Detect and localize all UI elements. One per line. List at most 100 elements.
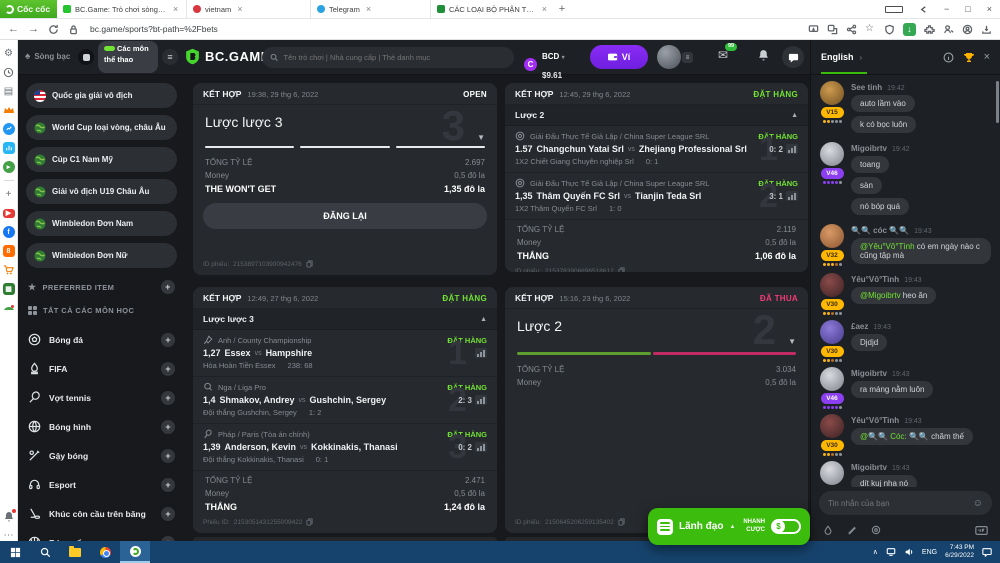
user-avatar[interactable] [657, 45, 681, 69]
lock-icon[interactable] [68, 24, 79, 35]
profile-avatar-icon[interactable] [962, 24, 973, 35]
betslip-leader-button[interactable]: Lãnh đạo ▲ NHANHCƯỢC $ [648, 508, 810, 545]
bet-card-open[interactable]: KẾT HỢP19:38, 29 thg 6, 2022OPEN 3Lược l… [193, 83, 497, 275]
tab-close-icon[interactable]: × [237, 4, 242, 14]
avatar-menu-icon[interactable]: ≡ [682, 52, 693, 63]
quick-bet-toggle[interactable]: $ [771, 519, 801, 534]
rebet-button[interactable]: ĐĂNG LẠI [203, 203, 487, 229]
sidebar-sport-baseball[interactable]: Gậy bóng+ [26, 441, 177, 470]
translate-icon[interactable] [827, 24, 838, 35]
username[interactable]: Migoibrtv [851, 463, 887, 472]
bet-leg[interactable]: 1 Anh / County ChampionshipĐẶT HÀNG 1,27… [193, 330, 497, 377]
chat-rules-info-icon[interactable] [943, 52, 954, 63]
history-icon[interactable] [3, 66, 15, 78]
add-shortcut-icon[interactable]: + [3, 188, 15, 200]
downloads-tray-icon[interactable] [981, 24, 992, 35]
avatar[interactable] [820, 461, 844, 485]
tab-close-icon[interactable]: × [366, 4, 371, 14]
expand-sport-button[interactable]: + [161, 478, 175, 492]
username[interactable]: See tinh [851, 83, 882, 92]
mention[interactable]: @🔍🔍 Cóc: 🔍🔍 [860, 432, 931, 441]
coccoc-taskbar-icon[interactable] [120, 541, 150, 563]
bookmark-star-icon[interactable]: ☆ [865, 24, 876, 35]
chat-input[interactable] [828, 499, 967, 508]
notifications-bell-icon[interactable] [3, 510, 15, 522]
bcgame-logo[interactable]: BC.GAME [184, 48, 270, 65]
mail-icon[interactable]: ✉99 [718, 49, 728, 61]
rain-drop-icon[interactable] [823, 525, 833, 535]
sidebar-league-item[interactable]: Giải vô địch U19 Châu Âu [26, 179, 177, 204]
collapse-caret-icon[interactable]: ▲ [791, 112, 798, 119]
back-button[interactable]: ← [8, 24, 19, 35]
pen-icon[interactable] [847, 525, 857, 535]
chat-toggle-button[interactable] [782, 46, 804, 68]
tab-telegram[interactable]: Telegram× [311, 0, 431, 18]
all-sports-section[interactable]: TẤT CẢ CÁC MÔN HỌC [28, 306, 175, 315]
maximize-button[interactable]: □ [957, 4, 978, 14]
taskbar-search-icon[interactable] [30, 541, 60, 563]
chat-close-icon[interactable]: × [984, 51, 990, 63]
newsfeed-icon[interactable]: ▤ [3, 85, 15, 97]
tab-vietnam[interactable]: vietnam× [187, 0, 311, 18]
leaf-hat-icon[interactable] [3, 302, 15, 314]
username[interactable]: Yêu°Vô°Tình [851, 416, 899, 425]
bet-card-placed-2[interactable]: KẾT HỢP12:49, 27 thg 6, 2022ĐẶT HÀNG Lượ… [193, 287, 497, 533]
bet-leg[interactable]: 2 Giải Đấu Thực Tế Giả Lập / China Super… [505, 173, 808, 220]
cart-icon[interactable] [3, 264, 15, 276]
start-button[interactable] [0, 541, 30, 563]
gif-keyboard-icon[interactable] [975, 526, 988, 535]
download-extension-icon[interactable]: ↓ [903, 23, 916, 36]
person-edit-icon[interactable] [943, 24, 954, 35]
sidebar-sport-icehockey[interactable]: Khúc côn cầu trên băng+ [26, 499, 177, 528]
bet-leg[interactable]: 1 Giải Đấu Thực Tế Giả Lập / China Super… [505, 126, 808, 173]
restore-tab-icon[interactable] [911, 5, 936, 14]
sidebar-sport-basketball[interactable]: Bóng rổ+ [26, 528, 177, 541]
tab-sports[interactable]: CÁC LOẠI BỘ PHẬN THỂ TH× [431, 0, 553, 18]
expand-sport-button[interactable]: + [161, 333, 175, 347]
stats-chart-icon[interactable] [475, 395, 487, 405]
expand-sport-button[interactable]: + [161, 420, 175, 434]
mode-toggle-knob[interactable] [78, 49, 94, 65]
avatar[interactable] [820, 273, 844, 297]
casino-toggle[interactable]: ♠Sòng bạc [25, 51, 70, 62]
preferred-section[interactable]: ★PREFERRED ITEM+ [28, 280, 175, 294]
tray-expand-icon[interactable]: ∧ [873, 548, 878, 556]
stats-chart-icon[interactable] [786, 191, 798, 201]
game-search[interactable] [262, 47, 514, 68]
shopping-app-icon[interactable]: 8 [3, 245, 15, 257]
sidebar-sport-soccer[interactable]: Bóng đá+ [26, 325, 177, 354]
sidebar-league-item[interactable]: Wimbledon Đơn Nữ [26, 243, 177, 268]
keyboard-language[interactable]: ENG [922, 549, 937, 556]
search-input[interactable] [283, 53, 506, 62]
chat-messages[interactable]: V15 See tinh19:42 auto lầm vào k có bọc … [811, 75, 1000, 487]
sidebar-sport-tennis[interactable]: Vợt tennis+ [26, 383, 177, 412]
avatar[interactable] [820, 224, 844, 248]
avatar[interactable] [820, 367, 844, 391]
sidebar-league-item[interactable]: World Cup loại vòng, châu Âu [26, 115, 177, 140]
chat-language-selector[interactable]: English [821, 52, 854, 62]
wallet-button[interactable]: Ví [590, 45, 648, 69]
stats-chart-icon[interactable] [475, 442, 487, 452]
browser-brand[interactable]: Cốc cốc [0, 0, 57, 18]
new-tab-button[interactable]: + [553, 0, 571, 18]
file-explorer-icon[interactable] [60, 541, 90, 563]
sidebar-sport-esport[interactable]: Esport+ [26, 470, 177, 499]
games-icon[interactable]: ▸ [3, 161, 15, 173]
minimize-button[interactable]: − [936, 4, 957, 14]
bet-card-lost[interactable]: KẾT HỢP15:16, 23 thg 6, 2022ĐÃ THUA 2Lượ… [505, 287, 808, 533]
expand-sport-button[interactable]: + [161, 449, 175, 463]
copy-icon[interactable] [618, 518, 625, 526]
save-page-icon[interactable] [808, 24, 819, 35]
username[interactable]: Yêu°Vô°Tình [851, 275, 899, 284]
expand-sport-button[interactable]: + [161, 507, 175, 521]
chat-scrollbar[interactable] [996, 81, 999, 123]
bet-leg[interactable]: 3 Pháp / Paris (Tòa án chính)ĐẶT HÀNG 1,… [193, 424, 497, 471]
sidebar-sport-bong-hinh[interactable]: Bóng hình+ [26, 412, 177, 441]
facebook-icon[interactable]: f [3, 226, 15, 238]
network-icon[interactable] [886, 547, 896, 557]
sidebar-sport-fifa[interactable]: FIFA+ [26, 354, 177, 383]
hamburger-menu-button[interactable]: ≡ [162, 49, 178, 65]
avatar[interactable] [820, 320, 844, 344]
extensions-icon[interactable] [924, 24, 935, 35]
trophy-icon[interactable] [963, 52, 975, 63]
